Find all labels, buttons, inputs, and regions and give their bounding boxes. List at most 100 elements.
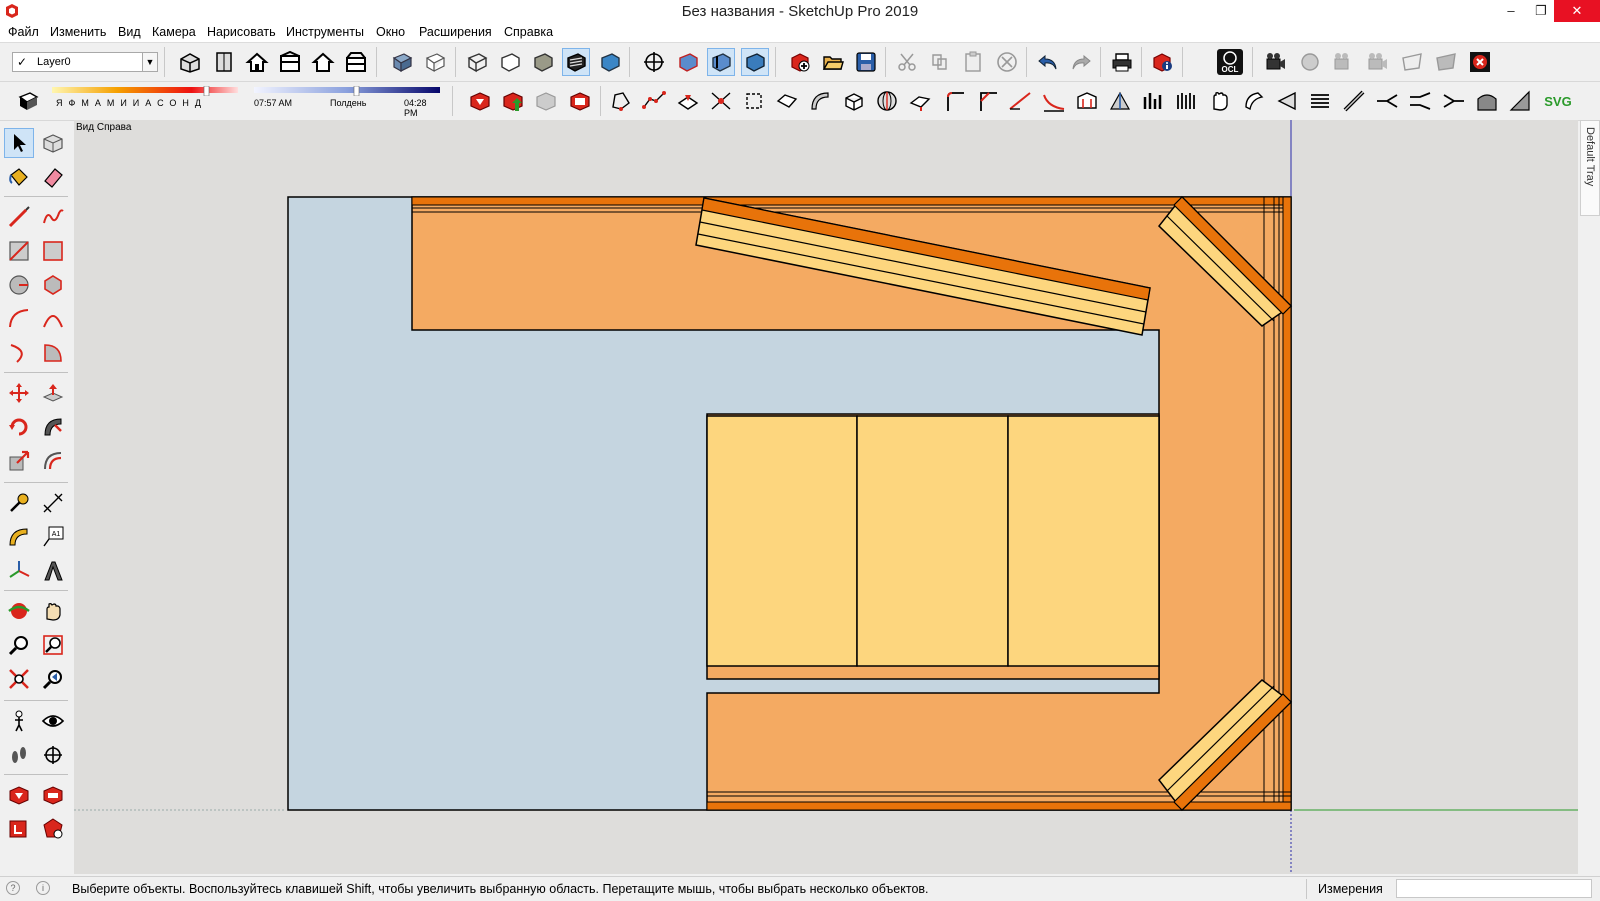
follow-me-icon[interactable] <box>38 412 68 442</box>
ocl-cutlist-icon[interactable]: OCL <box>1214 48 1246 76</box>
animation-play-icon[interactable] <box>1296 48 1324 76</box>
select-icon[interactable] <box>4 128 34 158</box>
section-export-icon[interactable] <box>1398 48 1426 76</box>
menu-view[interactable]: Вид <box>118 25 141 39</box>
bezier-curve-icon[interactable] <box>640 87 668 115</box>
time-slider[interactable]: 07:57 AM Полдень 04:28 PM <box>254 86 440 118</box>
tapered-lathe-icon[interactable] <box>1273 87 1301 115</box>
joint-push-pull-icon[interactable] <box>1073 87 1101 115</box>
road-split-icon[interactable] <box>1406 87 1434 115</box>
redo-icon[interactable] <box>1067 48 1095 76</box>
warehouse-icon[interactable] <box>4 780 34 810</box>
previous-view-icon[interactable] <box>38 664 68 694</box>
undo-icon[interactable] <box>1034 48 1062 76</box>
pan-icon[interactable] <box>38 596 68 626</box>
back-view-icon[interactable] <box>309 48 337 76</box>
eraser-icon[interactable] <box>38 162 68 192</box>
hidden-line-icon[interactable] <box>496 48 524 76</box>
rotated-rectangle-icon[interactable] <box>38 236 68 266</box>
erase-icon[interactable] <box>993 48 1021 76</box>
model-canvas[interactable] <box>74 120 1578 874</box>
new-file-icon[interactable] <box>786 48 814 76</box>
seat-cushion-1[interactable] <box>706 415 858 667</box>
position-camera-icon[interactable] <box>4 706 34 736</box>
copy-icon[interactable] <box>926 48 954 76</box>
text-icon[interactable]: A1 <box>38 522 68 552</box>
open-file-icon[interactable] <box>819 48 847 76</box>
sandbox-from-contours-icon[interactable] <box>607 87 635 115</box>
road-merge-icon[interactable] <box>1440 87 1468 115</box>
push-pull-icon[interactable] <box>38 378 68 408</box>
vector-push-pull-icon[interactable] <box>1106 87 1134 115</box>
shaded-textures-icon[interactable] <box>562 48 590 76</box>
rotate-icon[interactable] <box>4 412 34 442</box>
layer-dropdown[interactable]: ✓ Layer0 ▼ <box>12 52 158 72</box>
box-icon[interactable] <box>840 87 868 115</box>
polygon-icon[interactable] <box>38 270 68 300</box>
tube-icon[interactable] <box>1240 87 1268 115</box>
circle-icon[interactable] <box>4 270 34 300</box>
menu-extensions[interactable]: Расширения <box>419 25 492 39</box>
stairs-icon[interactable] <box>1340 87 1368 115</box>
monochrome-icon[interactable] <box>596 48 624 76</box>
top-view-icon[interactable] <box>210 48 238 76</box>
menu-window[interactable]: Окно <box>376 25 405 39</box>
geo-location-icon[interactable]: ? <box>6 881 20 895</box>
hand-tool-icon[interactable] <box>1206 87 1234 115</box>
animation-camera-icon[interactable] <box>1262 48 1290 76</box>
edge-tools-icon[interactable] <box>1173 87 1201 115</box>
fillet-icon[interactable] <box>1040 87 1068 115</box>
rectangle-icon[interactable] <box>4 236 34 266</box>
seat-cushion-3[interactable] <box>1007 415 1160 667</box>
warehouse-share-component-icon[interactable] <box>532 87 560 115</box>
section-plane-icon[interactable] <box>640 48 668 76</box>
layered-lines-icon[interactable] <box>1306 87 1334 115</box>
tape-measure-icon[interactable] <box>4 488 34 518</box>
walk-icon[interactable] <box>4 740 34 770</box>
cut-icon[interactable] <box>893 48 921 76</box>
section-export-2-icon[interactable] <box>1432 48 1460 76</box>
zoom-extents-icon[interactable] <box>4 664 34 694</box>
display-section-fill-icon[interactable] <box>741 48 769 76</box>
animation-record-icon[interactable] <box>1330 48 1358 76</box>
animation-settings-icon[interactable] <box>1364 48 1392 76</box>
zoom-window-icon[interactable] <box>38 630 68 660</box>
look-around-icon[interactable] <box>38 706 68 736</box>
paste-icon[interactable] <box>959 48 987 76</box>
section-plane-tool-icon[interactable] <box>38 740 68 770</box>
send-to-layout-icon[interactable] <box>4 814 34 844</box>
stamp-icon[interactable] <box>674 87 702 115</box>
menu-help[interactable]: Справка <box>504 25 553 39</box>
measurements-input[interactable] <box>1396 879 1592 898</box>
flip-edge-icon[interactable] <box>773 87 801 115</box>
print-icon[interactable] <box>1108 48 1136 76</box>
xray-style-icon[interactable] <box>388 48 416 76</box>
extension-warehouse-tool-icon[interactable] <box>38 780 68 810</box>
svg-export-icon[interactable]: SVG <box>1540 87 1576 115</box>
extrude-edges-icon[interactable] <box>906 87 934 115</box>
menu-tools[interactable]: Инструменты <box>286 25 364 39</box>
minimize-button[interactable]: – <box>1496 0 1526 22</box>
protractor-icon[interactable] <box>4 522 34 552</box>
smoove-icon[interactable] <box>740 87 768 115</box>
left-view-icon[interactable] <box>342 48 370 76</box>
road-fork-icon[interactable] <box>1373 87 1401 115</box>
offset-icon[interactable] <box>38 446 68 476</box>
front-view-icon[interactable] <box>243 48 271 76</box>
3d-text-icon[interactable] <box>38 556 68 586</box>
menu-file[interactable]: Файл <box>8 25 39 39</box>
move-icon[interactable] <box>4 378 34 408</box>
drape-icon[interactable] <box>707 87 735 115</box>
curviloft-icon[interactable] <box>806 87 834 115</box>
menu-edit[interactable]: Изменить <box>50 25 106 39</box>
scale-icon[interactable] <box>4 446 34 476</box>
menu-camera[interactable]: Камера <box>152 25 196 39</box>
multi-push-pull-icon[interactable] <box>1140 87 1168 115</box>
save-icon[interactable] <box>852 48 880 76</box>
iso-view-icon[interactable] <box>176 48 204 76</box>
arc-icon[interactable] <box>4 304 34 334</box>
two-point-arc-icon[interactable] <box>38 304 68 334</box>
dimension-icon[interactable] <box>38 488 68 518</box>
month-slider[interactable]: ЯФМАМИИАСОНД <box>52 86 238 108</box>
seat-cushion-2[interactable] <box>856 415 1009 667</box>
